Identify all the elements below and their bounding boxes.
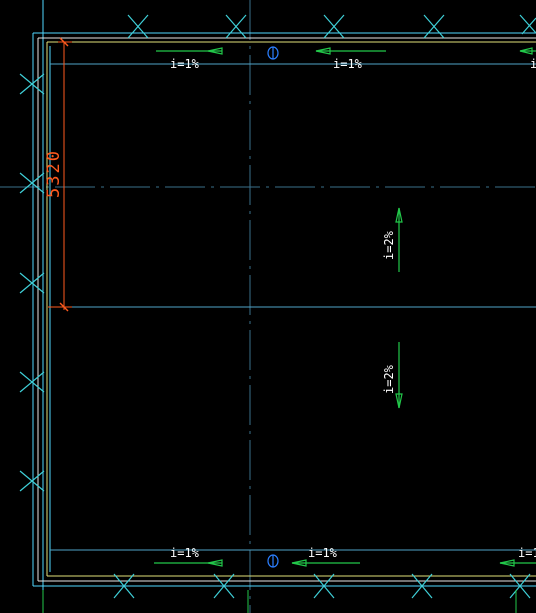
slope-label-top-middle: i=1% xyxy=(333,57,363,71)
dimension-label: 5320 xyxy=(44,149,64,198)
cad-drawing-svg[interactable]: 5320 i=1% i=1% i i=2% i=2% i=1% i=1% i= xyxy=(0,0,536,613)
slope-label-bottom-left: i=1% xyxy=(170,546,200,560)
slope-label-top-right: i xyxy=(530,57,536,71)
slope-label-bottom-right: i=1 xyxy=(518,546,536,560)
slope-label-middle-lower: i=2% xyxy=(382,364,396,394)
slope-label-top-left: i=1% xyxy=(170,57,200,71)
slope-label-bottom-middle: i=1% xyxy=(308,546,338,560)
slope-label-middle-upper: i=2% xyxy=(382,230,396,260)
cad-drawing-canvas[interactable]: 5320 i=1% i=1% i i=2% i=2% i=1% i=1% i= xyxy=(0,0,536,613)
